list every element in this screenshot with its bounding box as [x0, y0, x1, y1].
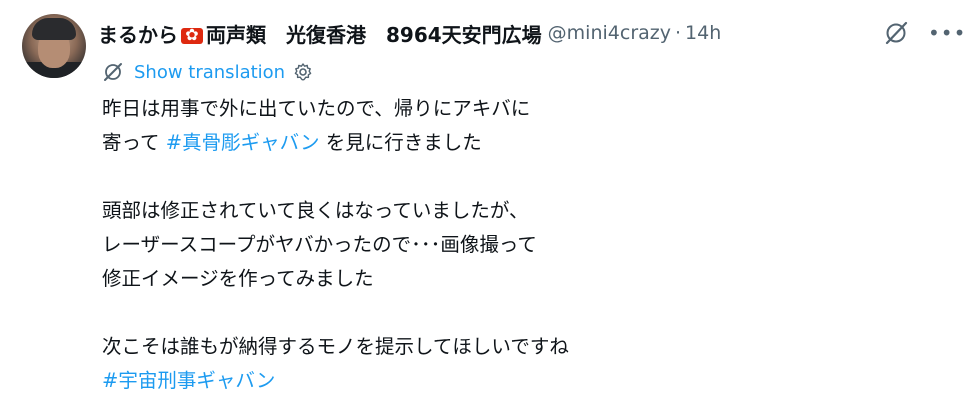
- tweet-text-segment: を見に行きました: [319, 131, 482, 154]
- hashtag-link[interactable]: #真骨彫ギャバン: [166, 131, 320, 154]
- show-translation-link[interactable]: Show translation: [102, 58, 323, 86]
- tweet-line: 修正イメージを作ってみました: [102, 267, 374, 290]
- tweet-line: 次こそは誰もが納得するモノを提示してほしいですね: [102, 335, 569, 358]
- tweet-header: まるから 両声類 光復香港 8964天安門広場 @mini4crazy · 14h: [98, 16, 970, 50]
- timestamp[interactable]: 14h: [685, 22, 721, 44]
- tweet-text-segment: 寄って: [102, 131, 166, 154]
- hong-kong-flag-icon: [181, 27, 203, 44]
- display-name-prefix: まるから: [98, 22, 178, 47]
- translate-icon: [104, 63, 122, 81]
- tweet-line: 頭部は修正されていて良くはなっていましたが、: [102, 199, 529, 222]
- separator-dot: ·: [675, 22, 682, 44]
- avatar-hair: [32, 18, 76, 40]
- show-translation-label[interactable]: Show translation: [134, 62, 285, 83]
- display-name-suffix: 両声類 光復香港 8964天安門広場: [206, 22, 542, 47]
- display-name[interactable]: まるから 両声類 光復香港 8964天安門広場: [98, 19, 542, 48]
- tweet-line: レーザースコープがヤバかったので･･･画像撮って: [102, 233, 537, 256]
- user-handle[interactable]: @mini4crazy: [548, 22, 671, 44]
- tweet-line: 昨日は用事で外に出ていたので、帰りにアキバに: [102, 97, 531, 120]
- hashtag-link[interactable]: #宇宙刑事ギャバン: [102, 369, 275, 392]
- tweet-line: #宇宙刑事ギャバン: [102, 364, 962, 398]
- tweet-line: 寄って #真骨彫ギャバン を見に行きました: [102, 126, 962, 160]
- grok-icon[interactable]: [883, 20, 909, 46]
- gear-icon[interactable]: [293, 62, 313, 82]
- avatar[interactable]: [22, 14, 86, 78]
- tweet-text: 昨日は用事で外に出ていたので、帰りにアキバに 寄って #真骨彫ギャバン を見に行…: [102, 92, 962, 398]
- more-icon[interactable]: •••: [928, 22, 965, 44]
